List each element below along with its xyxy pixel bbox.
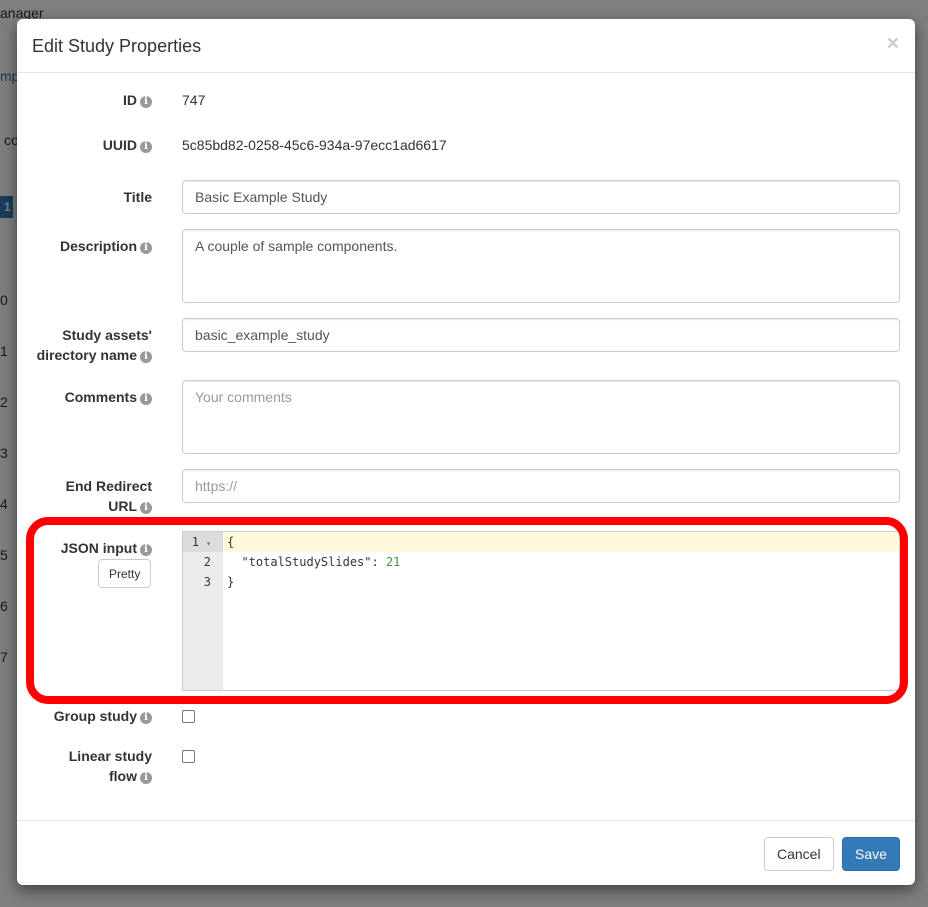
label-text: Study assets': [62, 327, 152, 343]
id-value: 747: [182, 92, 206, 108]
uuid-value: 5c85bd82-0258-45c6-934a-97ecc1ad6617: [182, 137, 447, 153]
linear-flow-checkbox[interactable]: [182, 750, 195, 763]
label-text: URL: [108, 498, 137, 514]
info-icon[interactable]: i: [140, 351, 152, 363]
cancel-button[interactable]: Cancel: [764, 837, 834, 871]
title-input[interactable]: Basic Example Study: [182, 180, 900, 214]
modal-header: Edit Study Properties ×: [17, 19, 915, 73]
info-icon[interactable]: i: [140, 96, 152, 108]
comments-textarea[interactable]: Your comments: [182, 380, 900, 454]
assets-dir-label: Study assets' directory name i: [22, 325, 152, 365]
info-icon[interactable]: i: [140, 141, 152, 153]
label-text: flow: [109, 768, 137, 784]
description-label: Description i: [22, 236, 152, 256]
uuid-label: UUID i: [22, 135, 152, 155]
title-label: Title: [123, 189, 152, 205]
edit-study-modal: Edit Study Properties × ID i 747 UUID i 5c…: [17, 19, 915, 885]
description-textarea[interactable]: A couple of sample components.: [182, 229, 900, 303]
info-icon[interactable]: i: [140, 502, 152, 514]
info-icon[interactable]: i: [140, 712, 152, 724]
info-icon[interactable]: i: [140, 772, 152, 784]
save-button[interactable]: Save: [842, 837, 900, 871]
end-redirect-input[interactable]: https://: [182, 469, 900, 503]
label-text: End Redirect: [65, 478, 152, 494]
label-text: Comments: [64, 389, 137, 405]
highlight-annotation: [26, 517, 908, 704]
label-text: Linear study: [68, 748, 152, 764]
end-redirect-label: End Redirect URL i: [22, 476, 152, 516]
label-text: Description: [59, 238, 137, 254]
comments-label: Comments i: [22, 387, 152, 407]
label-text: Group study: [53, 708, 137, 724]
assets-dir-input[interactable]: basic_example_study: [182, 318, 900, 352]
info-icon[interactable]: i: [140, 242, 152, 254]
modal-title: Edit Study Properties: [32, 36, 202, 56]
linear-flow-label: Linear study flow i: [22, 746, 152, 786]
label-text: directory name: [36, 347, 137, 363]
group-study-checkbox[interactable]: [182, 710, 195, 723]
group-study-label: Group study i: [22, 706, 152, 726]
info-icon[interactable]: i: [140, 393, 152, 405]
modal-footer: Cancel Save: [17, 820, 915, 885]
id-label: ID i: [22, 90, 152, 110]
label-text: ID: [123, 92, 137, 108]
close-icon[interactable]: ×: [887, 33, 899, 54]
label-text: UUID: [102, 137, 137, 153]
